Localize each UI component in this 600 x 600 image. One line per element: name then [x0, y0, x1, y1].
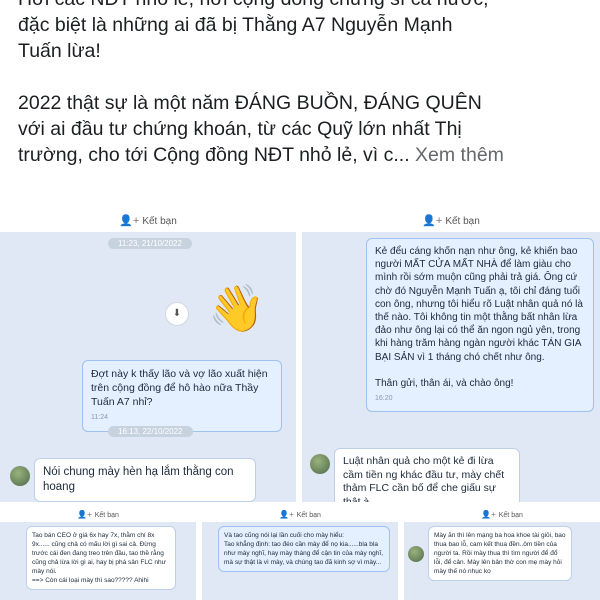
message-text: Tao khẳng định: tao đéo cần mày để nọ ki…: [224, 541, 383, 566]
chat-area: Tao bán CEO ở giá 6x hay 7x, thằm chí 8x…: [0, 522, 196, 600]
message-text: Kẻ đểu cáng khốn nạn như ông, kẻ khiến b…: [375, 246, 583, 363]
chat-area: 11:23, 21/10/2022 ⬇ 👋 Đợt này k thấy lão…: [0, 232, 296, 502]
chat-screenshot-left: 👤+ Kết bạn 11:23, 21/10/2022 ⬇ 👋 Đợt này …: [0, 210, 296, 502]
chat-screenshot-bottom-1: 👤+ Kết bạn Tao bán CEO ở giá 6x hay 7x, t…: [0, 508, 196, 600]
chat-timestamp: 16:13, 22/10/2022: [108, 426, 193, 437]
chat-message: Nói chung mày hèn hạ lắm thằng con hoang: [34, 458, 256, 502]
post-line: 2022 thật sự là một năm ĐÁNG BUỒN, ĐÁNG …: [18, 92, 482, 114]
waving-hand-emoji: 👋: [208, 282, 266, 334]
add-friend-icon[interactable]: 👤+: [279, 510, 294, 519]
post-line: Hỡi các NĐT nhỏ lẻ, hỡi cộng đồng chứng …: [18, 0, 588, 12]
message-text: Mày ăn thì lên mạng ba hoa khoe tài giỏi…: [434, 532, 566, 575]
chat-area: Kẻ đểu cáng khốn nạn như ông, kẻ khiến b…: [302, 232, 600, 502]
see-more-link[interactable]: Xem thêm: [415, 144, 504, 166]
avatar[interactable]: [408, 546, 424, 562]
post-line: trường, cho tới Cộng đồng NĐT nhỏ lẻ, vì…: [18, 144, 410, 166]
add-friend-icon[interactable]: 👤+: [481, 510, 496, 519]
post-line-last: trường, cho tới Cộng đồng NĐT nhỏ lẻ, vì…: [18, 142, 588, 168]
chat-header: 👤+ Kết bạn: [404, 508, 600, 522]
post-line: Tuấn lừa!: [18, 40, 101, 62]
message-text: Tao bán CEO ở giá 6x hay 7x, thằm chí 8x…: [32, 532, 167, 575]
post-line: đặc biệt là những ai đã bị Thằng A7 Nguy…: [18, 14, 453, 36]
chat-message: Tao bán CEO ở giá 6x hay 7x, thằm chí 8x…: [26, 526, 176, 590]
chat-message: Và tao cũng nói lại lần cuối cho mày hiể…: [218, 526, 390, 572]
chat-header: 👤+ Kết bạn: [202, 508, 398, 522]
post-line: với ai đầu tư chứng khoán, từ các Quỹ lớ…: [18, 118, 462, 140]
message-time: 16:20: [375, 395, 393, 403]
message-text: Đợt này k thấy lão và vợ lão xuất hiện t…: [91, 368, 268, 408]
add-friend-icon[interactable]: 👤+: [422, 215, 442, 227]
avatar[interactable]: [10, 466, 30, 486]
post-text: Hỡi các NĐT nhỏ lẻ, hỡi cộng đồng chứng …: [18, 0, 588, 168]
chat-area: Và tao cũng nói lại lần cuối cho mày hiể…: [202, 522, 398, 600]
message-text: Nói chung mày hèn hạ lắm thằng con hoang: [43, 466, 234, 493]
chat-header: 👤+ Kết bạn: [0, 508, 196, 522]
chat-header: 👤+ Kết bạn: [0, 210, 296, 232]
chat-screenshot-bottom-2: 👤+ Kết bạn Và tao cũng nói lại lần cuối c…: [202, 508, 398, 600]
avatar[interactable]: [310, 454, 330, 474]
chat-message: Kẻ đểu cáng khốn nạn như ông, kẻ khiến b…: [366, 238, 594, 413]
add-friend-label[interactable]: Kết bạn: [445, 216, 479, 227]
message-text: Và tao cũng nói lại lần cuối cho mày hiể…: [224, 532, 344, 539]
add-friend-label[interactable]: Kết bạn: [297, 512, 321, 519]
download-icon[interactable]: ⬇: [165, 302, 189, 326]
chat-area: Mày ăn thì lên mạng ba hoa khoe tài giỏi…: [404, 522, 600, 600]
chat-screenshot-bottom-3: 👤+ Kết bạn Mày ăn thì lên mạng ba hoa kho…: [404, 508, 600, 600]
chat-message: Mày ăn thì lên mạng ba hoa khoe tài giỏi…: [428, 526, 572, 581]
add-friend-label[interactable]: Kết bạn: [499, 512, 523, 519]
add-friend-label[interactable]: Kết bạn: [142, 216, 176, 227]
chat-message: Luật nhân quả cho một kẻ đi lừa cầm tiền…: [334, 448, 520, 502]
message-time: 11:24: [91, 414, 108, 421]
chat-screenshot-right: 👤+ Kết bạn Kẻ đểu cáng khốn nạn như ông, …: [302, 210, 600, 502]
add-friend-icon[interactable]: 👤+: [77, 510, 92, 519]
chat-header: 👤+ Kết bạn: [302, 210, 600, 232]
add-friend-icon[interactable]: 👤+: [119, 215, 139, 227]
chat-message: Đợt này k thấy lão và vợ lão xuất hiện t…: [82, 360, 282, 432]
message-text: Luật nhân quả cho một kẻ đi lừa cầm tiền…: [343, 455, 505, 502]
message-text: Thân gửi, thân ái, và chào ông!: [375, 378, 514, 390]
message-text: ==> Còn cái loại mày thì sao????? Ahihi: [32, 577, 149, 584]
chat-timestamp: 11:23, 21/10/2022: [108, 238, 192, 249]
add-friend-label[interactable]: Kết bạn: [95, 512, 119, 519]
